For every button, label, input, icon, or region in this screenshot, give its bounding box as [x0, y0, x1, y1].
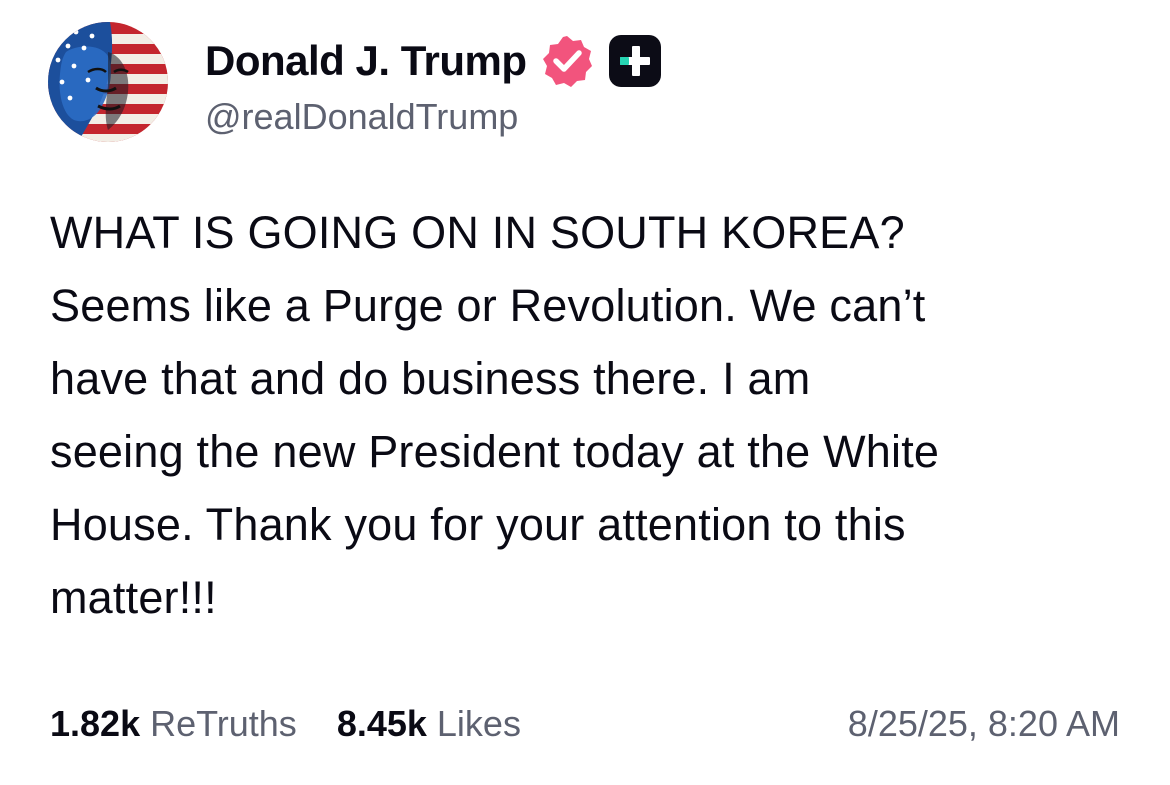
- verified-badge-icon: [539, 33, 595, 89]
- likes-label: Likes: [436, 703, 521, 744]
- display-name[interactable]: Donald J. Trump: [205, 37, 527, 85]
- post-text: WHAT IS GOING ON IN SOUTH KOREA? Seems l…: [50, 207, 940, 623]
- retruths-stat[interactable]: 1.82k ReTruths: [50, 703, 297, 745]
- plus-badge-icon: [607, 33, 663, 89]
- truth-post: Donald J. Trump @realDonaldTrump WHAT IS…: [0, 0, 1170, 785]
- avatar[interactable]: [48, 22, 168, 142]
- post-timestamp[interactable]: 8/25/25, 8:20 AM: [848, 700, 1120, 748]
- flag-portrait-icon: [48, 22, 168, 142]
- author-name-row: Donald J. Trump: [205, 34, 663, 88]
- engagement-stats: 1.82k ReTruths 8.45k Likes: [50, 700, 561, 748]
- retruths-count: 1.82k: [50, 703, 141, 744]
- author-handle[interactable]: @realDonaldTrump: [205, 96, 518, 138]
- likes-count: 8.45k: [336, 703, 427, 744]
- retruths-label: ReTruths: [150, 703, 297, 744]
- likes-stat[interactable]: 8.45k Likes: [337, 703, 521, 745]
